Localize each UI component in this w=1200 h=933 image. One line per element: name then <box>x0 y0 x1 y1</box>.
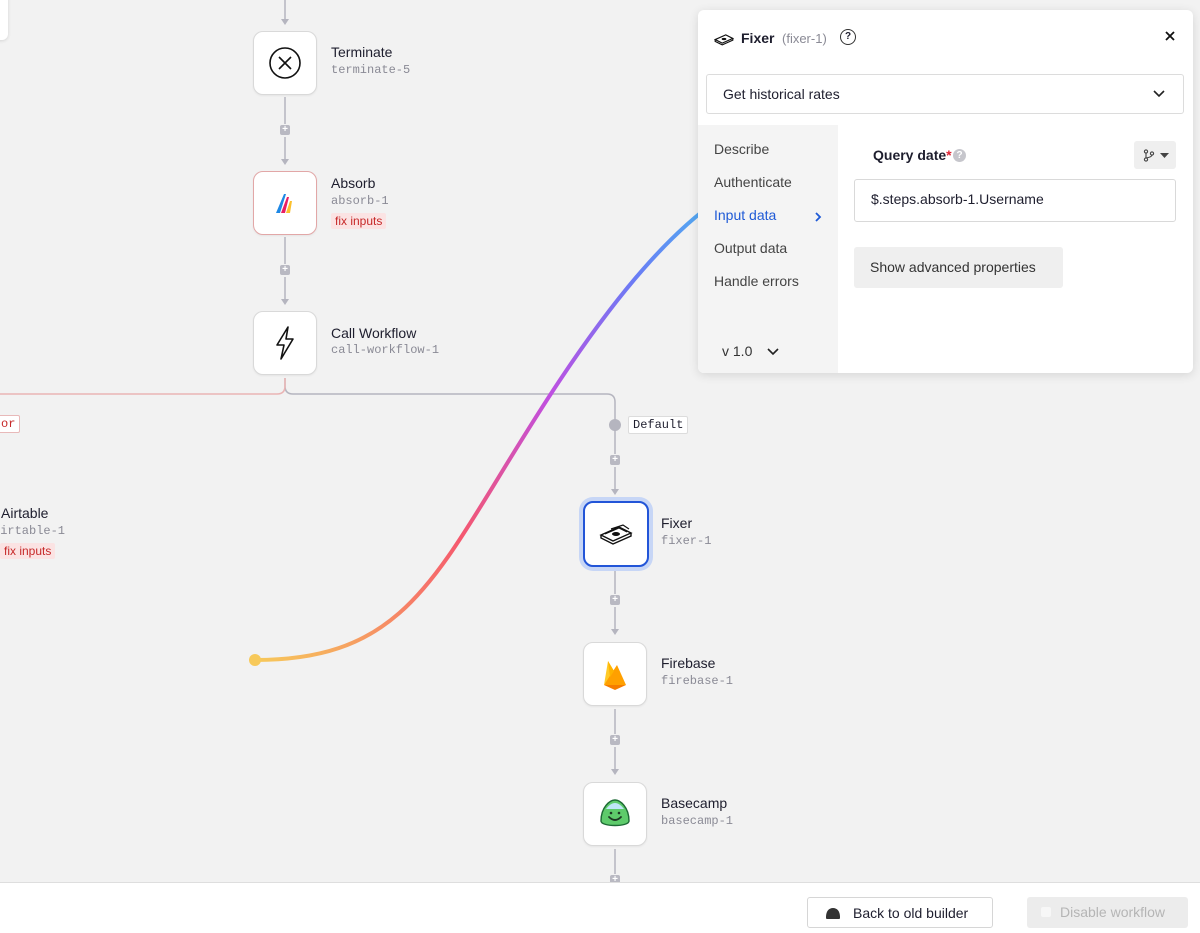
branch-label-default: Default <box>628 416 689 434</box>
fix-inputs-badge[interactable]: fix inputs <box>331 213 387 229</box>
node-basecamp[interactable] <box>583 782 647 846</box>
money-stack-icon <box>714 34 734 46</box>
node-title: Basecamp <box>661 795 728 811</box>
branch-icon <box>1143 149 1155 162</box>
version-select[interactable]: v 1.0 <box>722 343 752 359</box>
node-id: call-workflow-1 <box>331 343 440 357</box>
node-id: airtable-1 <box>0 524 66 538</box>
lightning-bolt-icon <box>276 326 294 360</box>
back-to-old-builder-button[interactable]: Back to old builder <box>807 897 993 928</box>
nav-input-data[interactable]: Input data <box>714 207 776 223</box>
node-title: Absorb <box>331 175 376 191</box>
node-firebase[interactable] <box>583 642 647 706</box>
firebase-flame-icon <box>604 661 626 690</box>
add-step-button[interactable]: + <box>610 735 620 745</box>
step-config-panel: Fixer (fixer-1) ? Get historical rates D… <box>698 10 1193 373</box>
field-help-icon[interactable]: ? <box>953 149 966 162</box>
back-to-old-builder-label: Back to old builder <box>853 905 969 921</box>
node-id: basecamp-1 <box>661 814 734 828</box>
caret-down-icon <box>1160 153 1169 158</box>
chevron-down-icon <box>1153 90 1165 98</box>
nav-output-data[interactable]: Output data <box>714 240 787 256</box>
required-mark: * <box>946 147 952 163</box>
field-label: Query date* <box>873 147 952 163</box>
add-step-button[interactable]: + <box>280 125 290 135</box>
add-step-button[interactable]: + <box>610 875 620 882</box>
node-title: Terminate <box>331 44 393 60</box>
terminate-x-icon <box>269 47 301 79</box>
node-id: terminate-5 <box>331 63 411 77</box>
disable-checkbox[interactable] <box>1041 907 1051 917</box>
operation-select[interactable]: Get historical rates <box>706 74 1184 114</box>
disable-workflow-button[interactable]: Disable workflow <box>1027 897 1188 928</box>
add-step-button[interactable]: + <box>610 595 620 605</box>
footer-bar: Back to old builder Disable workflow <box>0 882 1200 933</box>
offscreen-card <box>0 0 8 40</box>
nav-authenticate[interactable]: Authenticate <box>714 174 792 190</box>
operation-select-value: Get historical rates <box>723 86 840 102</box>
node-title: Call Workflow <box>331 325 417 341</box>
help-icon[interactable]: ? <box>840 29 856 45</box>
add-step-button[interactable]: + <box>280 265 290 275</box>
builder-icon <box>826 908 840 919</box>
show-advanced-button[interactable]: Show advanced properties <box>854 247 1063 288</box>
chevron-down-icon <box>767 348 779 356</box>
wire-start-handle <box>249 654 261 666</box>
add-step-button[interactable]: + <box>610 455 620 465</box>
basecamp-hill-icon <box>600 799 630 827</box>
field-mode-toggle[interactable] <box>1134 141 1176 169</box>
query-date-input[interactable]: $.steps.absorb-1.Username <box>854 179 1176 222</box>
money-stack-icon <box>599 524 633 545</box>
node-title: Airtable <box>1 505 49 521</box>
panel-title: Fixer <box>741 30 775 46</box>
panel-step-id: (fixer-1) <box>782 31 827 46</box>
panel-nav: Describe Authenticate Input data Output … <box>698 125 838 373</box>
node-terminate[interactable] <box>253 31 317 95</box>
node-title: Firebase <box>661 655 716 671</box>
disable-workflow-label: Disable workflow <box>1060 904 1166 920</box>
node-id: firebase-1 <box>661 674 734 688</box>
node-id: absorb-1 <box>331 194 389 208</box>
node-fixer[interactable] <box>583 501 649 567</box>
close-icon[interactable] <box>1162 28 1178 44</box>
error-branch-label: or <box>0 415 21 433</box>
nav-describe[interactable]: Describe <box>714 141 769 157</box>
node-id: fixer-1 <box>661 534 712 548</box>
chevron-right-icon <box>815 212 822 222</box>
nav-handle-errors[interactable]: Handle errors <box>714 273 799 289</box>
node-absorb[interactable] <box>253 171 317 235</box>
node-title: Fixer <box>661 515 693 531</box>
fix-inputs-badge[interactable]: fix inputs <box>0 543 56 559</box>
node-call-workflow[interactable] <box>253 311 317 375</box>
absorb-logo-icon <box>276 194 292 213</box>
panel-header: Fixer (fixer-1) ? <box>698 10 1193 66</box>
